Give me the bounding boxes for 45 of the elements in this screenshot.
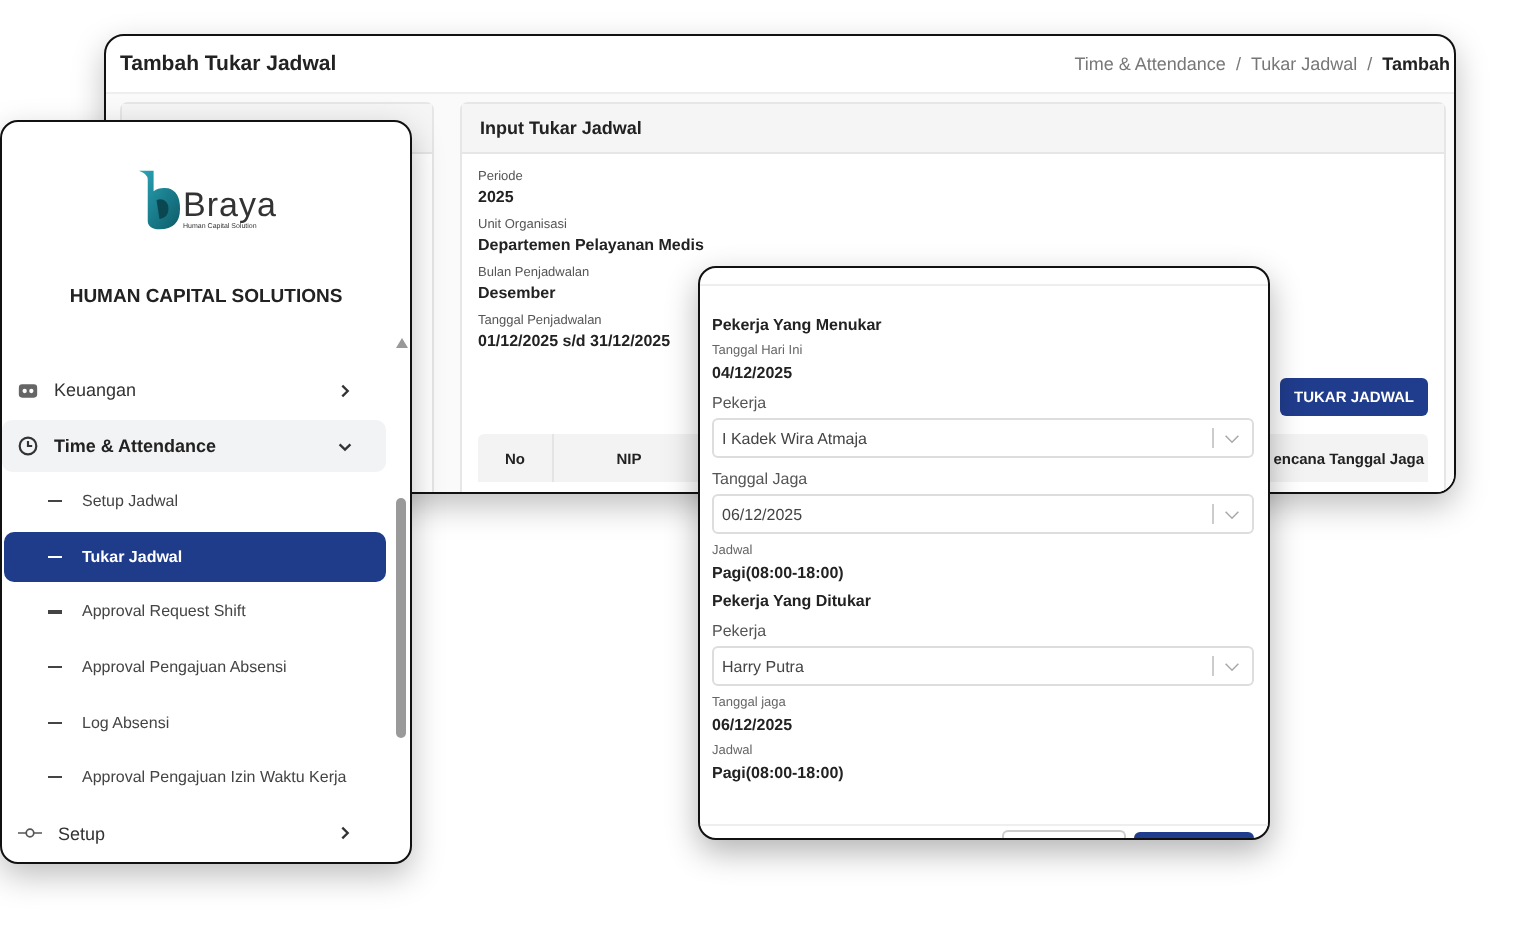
field-label: Pekerja: [712, 622, 767, 640]
select-field[interactable]: Harry Putra: [712, 646, 1254, 686]
section-title: Pekerja Yang Menukar: [712, 316, 882, 334]
submenu-item[interactable]: Setup Jadwal: [4, 476, 386, 527]
footer-button[interactable]: [1134, 832, 1254, 838]
section-title: Pekerja Yang Ditukar: [712, 592, 871, 610]
submenu-item[interactable]: Approval Pengajuan Absensi: [4, 642, 386, 693]
card-title: Input Tukar Jadwal: [480, 118, 642, 138]
menu-group[interactable]: Time & Attendance: [2, 420, 386, 472]
clock-icon: [18, 436, 38, 456]
submenu-item[interactable]: Log Absensi: [4, 697, 386, 748]
field-value: Desember: [478, 284, 556, 302]
breadcrumb-separator: /: [1235, 54, 1241, 74]
chevron-icon: [336, 824, 354, 843]
field-label: Tanggal Jaga: [712, 470, 808, 488]
commit-icon: [18, 826, 42, 841]
submenu-item[interactable]: Approval Request Shift: [4, 586, 386, 637]
field-label: Pekerja: [712, 394, 767, 412]
field-value: Pagi(08:00-18:00): [712, 764, 844, 782]
select-field[interactable]: I Kadek Wira Atmaja: [712, 418, 1254, 458]
submenu-item[interactable]: Tukar Jadwal: [4, 531, 386, 582]
chevron-icon: [336, 381, 354, 399]
breadcrumb-item[interactable]: Tukar Jadwal: [1250, 54, 1358, 74]
field-value: Departemen Pelayanan Medis: [478, 236, 704, 254]
breadcrumb-separator: /: [1367, 54, 1373, 74]
logo-mark-icon: [135, 170, 180, 230]
submenu-item[interactable]: Approval Pengajuan Izin Waktu Kerja: [4, 752, 386, 803]
logo-name: Braya: [183, 188, 277, 222]
menu-group[interactable]: Setup: [2, 807, 386, 860]
brand-title: HUMAN CAPITAL SOLUTIONS: [69, 286, 343, 308]
field-value: Pagi(08:00-18:00): [712, 564, 844, 582]
breadcrumb-item[interactable]: Time & Attendance: [1074, 54, 1226, 74]
dropdown-caret-icon: [1224, 661, 1240, 671]
wallet-icon: [18, 381, 38, 399]
field-value: 01/12/2025 s/d 31/12/2025: [478, 332, 671, 350]
select-field[interactable]: 06/12/2025: [712, 494, 1254, 534]
breadcrumb-item: Tambah: [1382, 54, 1450, 74]
scroll-up-icon[interactable]: [395, 338, 407, 348]
page-title: Tambah Tukar Jadwal: [120, 52, 337, 76]
field-value: 2025: [478, 188, 514, 206]
field-value: 04/12/2025: [712, 364, 793, 382]
field-value: 06/12/2025: [712, 716, 793, 734]
dropdown-caret-icon: [1224, 433, 1240, 443]
dropdown-caret-icon: [1224, 509, 1240, 519]
menu-group[interactable]: Keuangan: [2, 364, 386, 416]
